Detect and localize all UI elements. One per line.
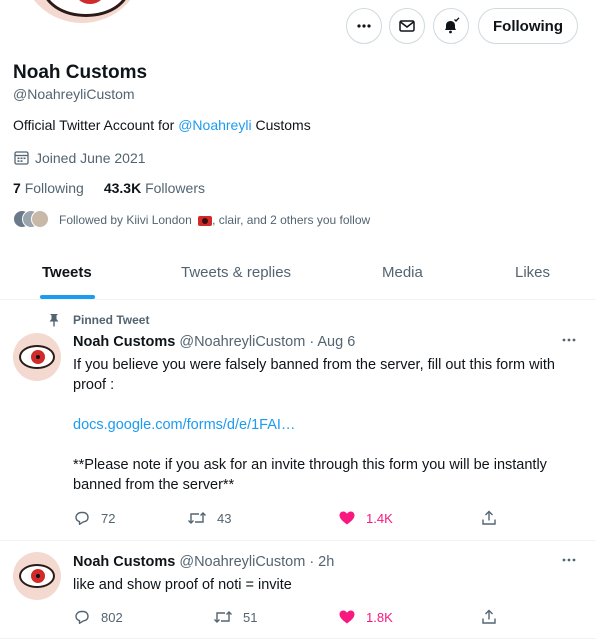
more-icon (562, 558, 576, 562)
retweet-icon (188, 512, 206, 524)
retweet-count: 43 (217, 510, 232, 526)
bio-mention-link[interactable]: @Noahreyli (178, 117, 251, 133)
profile-handle: @NoahreyliCustom (13, 86, 135, 102)
profile-name: Noah Customs (13, 62, 148, 83)
reply-button[interactable]: 802 (73, 608, 123, 626)
profile-bio: Official Twitter Account for @Noahreyli … (13, 117, 311, 133)
mail-icon (399, 20, 415, 32)
more-options-button[interactable] (346, 8, 382, 44)
tab-tweets-replies[interactable]: Tweets & replies (181, 264, 291, 281)
share-button[interactable] (480, 608, 498, 626)
tweet-avatar[interactable] (13, 552, 61, 600)
tweet-author-name[interactable]: Noah Customs (73, 554, 175, 570)
joined-date: Joined June 2021 (13, 149, 146, 166)
tab-tweets[interactable]: Tweets (42, 264, 92, 281)
share-button[interactable] (480, 509, 498, 527)
like-button[interactable]: 1.4K (338, 509, 393, 527)
tab-likes[interactable]: Likes (515, 264, 550, 281)
tweet-header: Noah Customs @NoahreyliCustom · 2h (73, 554, 334, 570)
reply-count: 72 (101, 510, 116, 526)
notifications-button[interactable] (433, 8, 469, 44)
followed-by[interactable]: Followed by Kiivi London , clair, and 2 … (13, 210, 370, 230)
profile-avatar[interactable] (16, 0, 148, 27)
heart-filled-icon (339, 511, 355, 525)
tweet-more-button[interactable] (561, 552, 577, 573)
tweet-text: If you believe you were falsely banned f… (73, 355, 583, 495)
more-icon (357, 24, 371, 28)
like-button[interactable]: 1.8K (338, 608, 393, 626)
bio-text: Official Twitter Account for (13, 117, 179, 133)
follow-stats: 7 Following 43.3K Followers (13, 180, 205, 196)
following-stat[interactable]: 7 Following (13, 180, 84, 196)
active-tab-indicator (40, 295, 95, 299)
pinned-text: Pinned Tweet (73, 313, 150, 327)
share-icon (482, 510, 496, 525)
followed-by-text: Followed by Kiivi London (59, 213, 192, 227)
pin-icon (49, 314, 59, 327)
following-button[interactable]: Following (478, 8, 578, 44)
followed-by-suffix: , clair, and 2 others you follow (212, 213, 371, 227)
following-count: 7 (13, 180, 21, 196)
profile-tabs: Tweets Tweets & replies Media Likes (0, 252, 596, 300)
tweet-link[interactable]: docs.google.com/forms/d/e/1FAI… (73, 415, 583, 435)
tweet-text: like and show proof of noti = invite (73, 575, 583, 595)
retweet-button[interactable]: 51 (213, 608, 257, 626)
retweet-icon (214, 611, 232, 623)
bell-check-icon (445, 17, 460, 34)
tweet-author-name[interactable]: Noah Customs (73, 334, 175, 350)
tweet-actions: 72 43 1.4K (73, 508, 503, 528)
message-button[interactable] (389, 8, 425, 44)
like-count: 1.8K (366, 609, 393, 625)
followers-count: 43.3K (103, 180, 142, 196)
calendar-icon (14, 151, 29, 165)
followers-stat[interactable]: 43.3K Followers (104, 180, 205, 196)
more-icon (562, 338, 576, 342)
heart-filled-icon (339, 610, 355, 624)
reply-button[interactable]: 72 (73, 509, 115, 527)
followers-you-know-avatars (13, 210, 51, 230)
tweet-divider (0, 638, 596, 639)
tweet-line: If you believe you were falsely banned f… (73, 357, 555, 393)
like-count: 1.4K (366, 510, 393, 526)
tweet-avatar[interactable] (13, 333, 61, 381)
bio-text-suffix: Customs (251, 117, 311, 133)
tweet-divider (0, 540, 596, 541)
tweet-header: Noah Customs @NoahreyliCustom · Aug 6 (73, 334, 355, 350)
reply-icon (75, 610, 89, 624)
share-icon (482, 609, 496, 624)
tweet-line: **Please note if you ask for an invite t… (73, 457, 547, 493)
tweet-more-button[interactable] (561, 332, 577, 353)
following-stat-label: Following (24, 180, 84, 196)
tweet-actions: 802 51 1.8K (73, 607, 503, 627)
retweet-count: 51 (243, 609, 258, 625)
reply-count: 802 (101, 609, 123, 625)
tweet-line: like and show proof of noti = invite (73, 577, 292, 593)
flag-emoji-icon (198, 215, 213, 226)
tweet-meta[interactable]: @NoahreyliCustom · 2h (179, 554, 334, 570)
reply-icon (75, 511, 89, 525)
joined-label: Joined June 2021 (35, 149, 146, 166)
tweet-meta[interactable]: @NoahreyliCustom · Aug 6 (179, 334, 355, 350)
retweet-button[interactable]: 43 (187, 509, 231, 527)
followers-stat-label: Followers (145, 180, 205, 196)
tab-media[interactable]: Media (382, 264, 423, 281)
pinned-tweet-label: Pinned Tweet (49, 313, 149, 327)
